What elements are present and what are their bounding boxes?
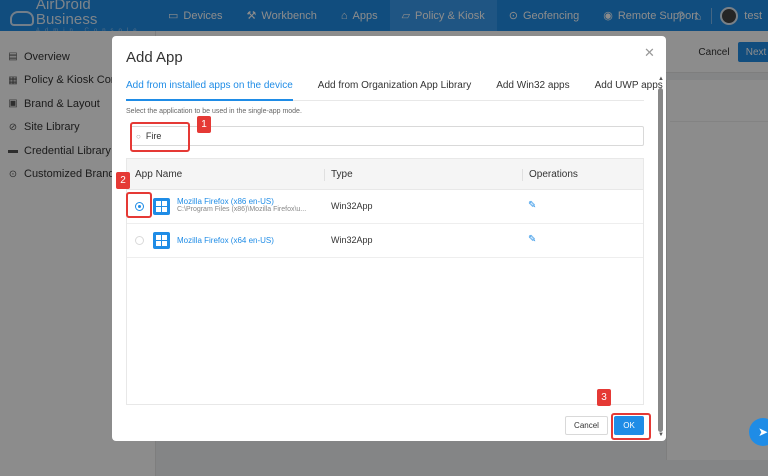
column-divider	[324, 169, 325, 181]
add-app-dialog: Add App ✕ Add from installed apps on the…	[112, 36, 666, 441]
highlight-box-search	[130, 122, 190, 152]
table-header: App Name Type Operations	[127, 159, 643, 190]
col-operations: Operations	[529, 169, 578, 180]
dialog-title: Add App	[126, 49, 183, 66]
app-type: Win32App	[331, 235, 373, 245]
col-app-name: App Name	[135, 169, 183, 180]
apps-table: App Name Type Operations Mozilla Firefox…	[126, 158, 644, 405]
tab-win32-apps[interactable]: Add Win32 apps	[496, 79, 569, 101]
app-name[interactable]: Mozilla Firefox (x64 en-US)	[177, 236, 274, 245]
table-row[interactable]: Mozilla Firefox (x64 en-US) Win32App ✎	[127, 224, 643, 258]
scroll-up-arrow[interactable]: ▲	[658, 76, 664, 82]
tab-uwp-apps[interactable]: Add UWP apps	[595, 79, 663, 101]
edit-icon[interactable]: ✎	[528, 234, 536, 245]
windows-icon	[153, 232, 170, 249]
tab-organization-library[interactable]: Add from Organization App Library	[318, 79, 471, 101]
step-badge-1: 1	[197, 116, 211, 133]
cancel-button[interactable]: Cancel	[565, 416, 608, 435]
scrollbar[interactable]	[658, 88, 663, 432]
col-type: Type	[331, 169, 353, 180]
edit-icon[interactable]: ✎	[528, 200, 536, 211]
highlight-box-radio	[126, 192, 152, 218]
table-row[interactable]: Mozilla Firefox (x86 en-US) C:\Program F…	[127, 190, 643, 224]
dialog-tabs: Add from installed apps on the device Ad…	[126, 79, 663, 101]
send-icon: ➤	[757, 425, 768, 439]
row-radio[interactable]	[135, 236, 144, 245]
highlight-box-ok	[611, 413, 651, 440]
app-path: C:\Program Files (x86)\Mozilla Firefox\u…	[177, 206, 307, 213]
column-divider	[522, 169, 523, 181]
tab-installed-apps[interactable]: Add from installed apps on the device	[126, 79, 293, 101]
app-name[interactable]: Mozilla Firefox (x86 en-US)	[177, 197, 274, 206]
scroll-down-arrow[interactable]: ▼	[658, 432, 664, 438]
windows-icon	[153, 198, 170, 215]
step-badge-2: 2	[116, 172, 130, 189]
step-badge-3: 3	[597, 389, 611, 406]
close-icon[interactable]: ✕	[644, 45, 655, 61]
hint-text: Select the application to be used in the…	[126, 108, 302, 115]
app-type: Win32App	[331, 201, 373, 211]
